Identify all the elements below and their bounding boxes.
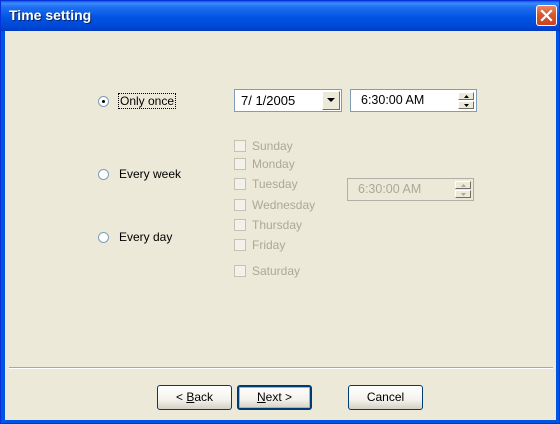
checkbox-box[interactable] <box>234 140 246 152</box>
date-dropdown-button[interactable] <box>322 91 340 110</box>
spin-down-button[interactable] <box>458 101 474 109</box>
back-prefix: < <box>175 390 187 404</box>
cancel-label: Cancel <box>366 390 405 404</box>
window-title: Time setting <box>9 7 92 23</box>
checkbox-thursday[interactable]: Thursday <box>234 218 302 232</box>
checkbox-wednesday[interactable]: Wednesday <box>234 198 315 212</box>
radio-every-week[interactable]: Every week <box>98 167 181 181</box>
checkbox-friday[interactable]: Friday <box>234 238 285 252</box>
chevron-down-icon <box>327 98 335 102</box>
radio-every-week-label: Every week <box>119 167 182 181</box>
radio-selected-dot <box>102 99 105 103</box>
checkbox-box[interactable] <box>234 239 246 251</box>
cancel-button[interactable]: Cancel <box>348 385 423 410</box>
checkbox-label: Monday <box>252 157 295 171</box>
time-setting-dialog: Time setting Only once 7/ 1/2005 6:30:00… <box>0 0 560 424</box>
arrow-down-icon <box>464 104 469 107</box>
checkbox-label: Wednesday <box>252 198 316 212</box>
title-bar[interactable]: Time setting <box>1 1 559 31</box>
radio-only-once-label: Only once <box>117 93 177 109</box>
checkbox-box[interactable] <box>234 199 246 211</box>
spin-up-button[interactable] <box>455 181 471 189</box>
arrow-up-icon <box>464 95 469 98</box>
back-label-rest: ack <box>194 390 214 404</box>
radio-indicator[interactable] <box>98 231 109 243</box>
date-value: 7/ 1/2005 <box>241 93 296 108</box>
checkbox-label: Tuesday <box>252 177 298 191</box>
spin-down-button[interactable] <box>455 190 471 198</box>
checkbox-box[interactable] <box>234 178 246 190</box>
checkbox-monday[interactable]: Monday <box>234 157 295 171</box>
radio-every-day[interactable]: Every day <box>98 230 172 244</box>
window-frame-left <box>1 31 5 423</box>
checkbox-tuesday[interactable]: Tuesday <box>234 177 298 191</box>
radio-indicator[interactable] <box>98 168 109 180</box>
checkbox-label: Thursday <box>252 218 303 232</box>
next-mnemonic: N <box>256 390 266 404</box>
time-value-weekly: 6:30:00 AM <box>358 182 422 196</box>
spin-up-button[interactable] <box>458 92 474 100</box>
back-button[interactable]: < Back <box>157 385 232 410</box>
checkbox-sunday[interactable]: Sunday <box>234 139 293 153</box>
checkbox-box[interactable] <box>234 219 246 231</box>
arrow-up-icon <box>461 184 466 187</box>
window-frame-bottom <box>1 420 559 423</box>
checkbox-box[interactable] <box>234 158 246 170</box>
radio-only-once[interactable]: Only once <box>98 93 177 109</box>
next-label-rest: ext > <box>265 390 293 404</box>
time-field-once[interactable]: 6:30:00 AM <box>350 89 477 112</box>
time-value-once: 6:30:00 AM <box>361 93 425 107</box>
date-picker[interactable]: 7/ 1/2005 <box>234 89 342 112</box>
arrow-down-icon <box>461 193 466 196</box>
checkbox-saturday[interactable]: Saturday <box>234 264 300 278</box>
checkbox-label: Friday <box>252 238 286 252</box>
checkbox-box[interactable] <box>234 265 246 277</box>
next-button[interactable]: Next > <box>237 385 312 410</box>
checkbox-label: Sunday <box>252 139 293 153</box>
time-spinner-once[interactable] <box>458 92 474 109</box>
close-icon <box>540 9 553 22</box>
footer-separator <box>9 367 553 369</box>
radio-every-day-label: Every day <box>119 230 173 244</box>
radio-indicator[interactable] <box>98 95 109 107</box>
checkbox-label: Saturday <box>252 264 301 278</box>
close-button[interactable] <box>536 5 557 26</box>
time-field-weekly[interactable]: 6:30:00 AM <box>347 178 474 201</box>
time-spinner-weekly[interactable] <box>455 181 471 198</box>
window-frame-right <box>556 31 559 423</box>
